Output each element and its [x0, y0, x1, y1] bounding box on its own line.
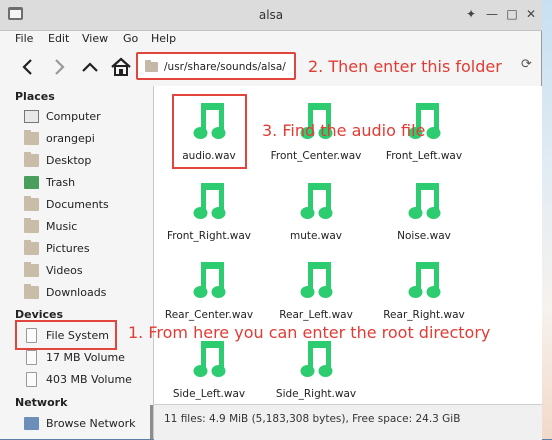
file-name: Rear_Left.wav	[279, 309, 353, 321]
audio-file-icon	[300, 182, 336, 225]
sidebar-item-trash[interactable]: Trash	[24, 174, 152, 192]
folder-icon	[24, 152, 39, 167]
maximize-button[interactable]: □	[505, 7, 519, 21]
sidebar-item-label: Documents	[46, 198, 109, 211]
menu-view[interactable]: View	[82, 32, 108, 45]
folder-icon	[24, 262, 39, 277]
address-bar[interactable]: /usr/share/sounds/alsa/	[136, 52, 296, 80]
audio-file-icon	[408, 182, 444, 225]
trash-icon	[24, 176, 39, 189]
sidebar-item-label: orangepi	[46, 132, 95, 145]
status-text: 11 files: 4.9 MiB (5,183,308 bytes), Fre…	[164, 413, 461, 425]
file-item[interactable]: Rear_Right.wav	[370, 259, 478, 329]
folder-icon	[24, 196, 39, 211]
status-bar: 11 files: 4.9 MiB (5,183,308 bytes), Fre…	[154, 404, 542, 440]
drive-icon	[26, 372, 37, 387]
sidebar-item-label: Downloads	[46, 286, 107, 299]
audio-file-icon	[300, 340, 336, 383]
drive-icon	[26, 350, 37, 365]
sidebar-item-label: Music	[46, 220, 78, 233]
file-name: Side_Left.wav	[172, 388, 246, 400]
sidebar-item-label: Videos	[46, 264, 83, 277]
file-item[interactable]: Noise.wav	[370, 180, 478, 250]
pin-icon[interactable]: ✦	[464, 7, 478, 21]
audio-file-icon	[193, 261, 229, 304]
sidebar-item-documents[interactable]: Documents	[24, 196, 152, 214]
sidebar-item-label: 403 MB Volume	[46, 373, 132, 386]
network-heading: Network	[15, 396, 68, 409]
file-item[interactable]: mute.wav	[262, 180, 370, 250]
file-item[interactable]: Front_Right.wav	[155, 180, 263, 250]
sidebar-item-label: Desktop	[46, 154, 92, 167]
home-icon	[111, 57, 131, 76]
sidebar-item-label: Computer	[46, 110, 101, 123]
sidebar-item-label: Browse Network	[46, 417, 136, 430]
sidebar-item-computer[interactable]: Computer	[24, 108, 152, 126]
sidebar-item-music[interactable]: Music	[24, 218, 152, 236]
file-name: Noise.wav	[397, 230, 451, 242]
menu-help[interactable]: Help	[151, 32, 176, 45]
forward-button[interactable]	[46, 54, 72, 80]
window-title: alsa	[258, 8, 284, 22]
home-button[interactable]	[107, 54, 133, 80]
file-item[interactable]: Rear_Left.wav	[262, 259, 370, 329]
network-icon	[24, 417, 39, 430]
menu-edit[interactable]: Edit	[48, 32, 69, 45]
sidebar-item-label: 17 MB Volume	[46, 351, 125, 364]
file-name: Rear_Center.wav	[164, 309, 254, 321]
sidebar-item-orangepi[interactable]: orangepi	[24, 130, 152, 148]
sidebar-item-label: Pictures	[46, 242, 90, 255]
highlight-audio-file	[172, 94, 247, 169]
forward-arrow-icon	[55, 59, 65, 75]
up-button[interactable]	[77, 54, 103, 80]
file-name: Side_Right.wav	[275, 388, 357, 400]
refresh-icon[interactable]: ⟳	[521, 57, 532, 72]
sidebar-item-downloads[interactable]: Downloads	[24, 284, 152, 302]
home-folder-icon	[24, 130, 39, 145]
menu-bar: File Edit View Go Help	[0, 30, 542, 48]
file-name: Front_Center.wav	[270, 150, 362, 162]
close-button[interactable]: ✕	[524, 7, 538, 21]
sidebar-item-label: Trash	[46, 176, 76, 189]
highlight-file-system	[15, 320, 117, 350]
audio-file-icon	[300, 261, 336, 304]
annotation-step3: 3. Find the audio file	[262, 121, 426, 140]
address-path: /usr/share/sounds/alsa/	[164, 61, 286, 73]
file-item[interactable]: Rear_Center.wav	[155, 259, 263, 329]
file-item[interactable]: Side_Right.wav	[262, 338, 370, 408]
audio-file-icon	[193, 182, 229, 225]
folder-icon	[24, 240, 39, 255]
audio-file-icon	[193, 340, 229, 383]
sidebar-item-403mb-volume[interactable]: 403 MB Volume	[24, 371, 152, 389]
sidebar-item-17mb-volume[interactable]: 17 MB Volume	[24, 349, 152, 367]
menu-go[interactable]: Go	[123, 32, 138, 45]
back-arrow-icon	[22, 59, 32, 75]
file-name: mute.wav	[289, 230, 343, 242]
sidebar-item-desktop[interactable]: Desktop	[24, 152, 152, 170]
sidebar-item-pictures[interactable]: Pictures	[24, 240, 152, 258]
annotation-step2: 2. Then enter this folder	[308, 57, 502, 76]
title-bar[interactable]: alsa ✦ — □ ✕	[0, 0, 542, 31]
sidebar-item-videos[interactable]: Videos	[24, 262, 152, 280]
back-button[interactable]	[15, 54, 41, 80]
desktop-background-right	[541, 0, 552, 439]
annotation-step1: 1. From here you can enter the root dire…	[128, 323, 491, 342]
computer-icon	[24, 110, 39, 123]
menu-file[interactable]: File	[15, 32, 33, 45]
file-item[interactable]: Side_Left.wav	[155, 338, 263, 408]
file-name: Front_Left.wav	[385, 150, 463, 162]
file-name: Front_Right.wav	[166, 230, 252, 242]
file-name: Rear_Right.wav	[383, 309, 465, 321]
folder-icon	[24, 284, 39, 299]
file-manager-window: alsa ✦ — □ ✕ File Edit View Go Help /usr…	[0, 0, 542, 440]
folder-icon	[24, 218, 39, 233]
sidebar-item-browse-network[interactable]: Browse Network	[24, 415, 152, 433]
places-heading: Places	[15, 90, 55, 103]
folder-icon	[145, 60, 158, 72]
sidebar: Places Computer orangepi Desktop Trash D…	[0, 86, 153, 439]
audio-file-icon	[408, 261, 444, 304]
minimize-button[interactable]: —	[485, 7, 499, 21]
up-arrow-icon	[82, 62, 98, 72]
